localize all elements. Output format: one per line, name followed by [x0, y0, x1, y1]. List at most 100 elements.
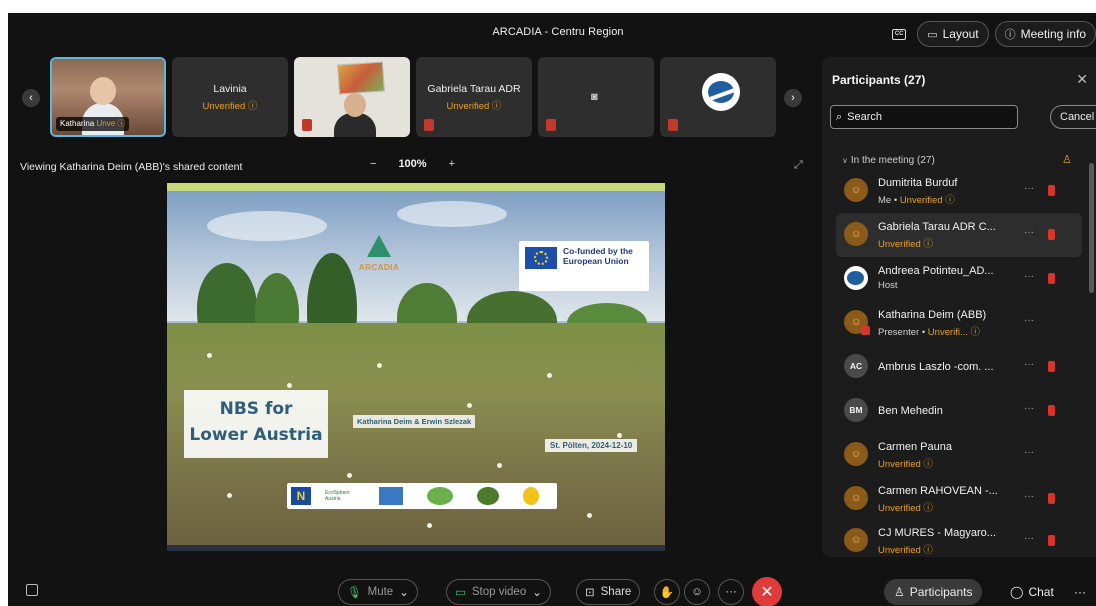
participant-name: Dumitrita Burduf	[878, 177, 958, 189]
close-icon: ✕	[760, 584, 774, 601]
more-options-icon[interactable]: ···	[1024, 403, 1034, 414]
participant-row[interactable]: ☺ Dumitrita Burduf Me • Unverified ⓘ ···	[836, 169, 1082, 213]
wall-map	[337, 61, 385, 95]
avatar: ☺	[844, 442, 868, 466]
more-options-icon[interactable]: ···	[1024, 447, 1034, 458]
partner-logos: N EcoSphere Austria	[287, 483, 557, 509]
unverified-label: Unverified	[899, 195, 943, 206]
eu-cofunded-text: Co-funded by the European Union	[563, 246, 633, 266]
close-icon[interactable]: ✕	[1076, 71, 1088, 88]
microphone-icon: 🎙	[347, 587, 362, 599]
search-icon: ⌕	[836, 110, 843, 123]
tile-name-label: Katharina Unve ⓘ	[56, 117, 130, 131]
share-button[interactable]: ⊡ Share	[576, 579, 641, 605]
participant-status: Unverified ⓘ	[878, 236, 933, 250]
participant-row[interactable]: ☺ Carmen Pauna Unverified ⓘ ···	[836, 433, 1082, 477]
strip-prev-button[interactable]: ‹	[22, 89, 40, 107]
more-options-icon[interactable]: ···	[1024, 227, 1034, 238]
caption-panel-icon[interactable]	[26, 584, 38, 596]
unverified-icon: ⓘ	[920, 545, 933, 556]
in-meeting-section-toggle[interactable]: ∨ In the meeting (27)	[842, 155, 935, 166]
mic-muted-icon[interactable]	[1048, 493, 1055, 504]
participant-name: Carmen Pauna	[878, 441, 952, 453]
participant-search-input[interactable]: ⌕ Search	[830, 105, 1018, 129]
more-options-button[interactable]: ···	[718, 579, 744, 605]
video-tile-katharina[interactable]: Katharina Unve ⓘ	[50, 57, 166, 137]
layout-button[interactable]: ▭ Layout	[917, 21, 989, 47]
mic-muted-icon[interactable]	[1048, 361, 1055, 372]
unverified-icon: ⓘ	[920, 459, 933, 470]
chevron-right-icon: ›	[791, 92, 795, 104]
mute-button[interactable]: 🎙 Mute ⌄	[338, 579, 418, 605]
zoom-in-button[interactable]: +	[449, 158, 455, 170]
avatar: BM	[844, 398, 868, 422]
video-tile-presenter-cam[interactable]	[294, 57, 410, 137]
more-options-icon[interactable]: ···	[1024, 533, 1034, 544]
mic-muted-icon[interactable]	[1048, 229, 1055, 240]
user-icon: ☺	[850, 492, 862, 504]
panel-scrollbar[interactable]	[1089, 163, 1094, 293]
more-options-icon[interactable]: ···	[1024, 271, 1034, 282]
mic-muted-icon[interactable]	[1048, 185, 1055, 196]
flower	[547, 373, 552, 378]
zoom-out-button[interactable]: −	[370, 158, 376, 170]
more-options-icon[interactable]: ···	[1024, 491, 1034, 502]
tile-status-text: Unverified	[446, 101, 490, 112]
search-cancel-button[interactable]: Cancel	[1050, 105, 1096, 129]
flower	[207, 353, 212, 358]
mic-muted-icon[interactable]	[1048, 405, 1055, 416]
video-tile-gabriela[interactable]: Gabriela Tarau ADR Unverified ⓘ	[416, 57, 532, 137]
eu-fine-print	[525, 274, 645, 286]
cc-icon: CC	[892, 28, 907, 40]
participant-row[interactable]: BM Ben Mehedin ···	[836, 389, 1082, 433]
strip-next-button[interactable]: ›	[784, 89, 802, 107]
participant-row[interactable]: Andreea Potinteu_AD... Host ···	[836, 257, 1082, 301]
video-tile-logo[interactable]	[660, 57, 776, 137]
mic-muted-icon	[668, 119, 678, 131]
leave-meeting-button[interactable]: ✕	[752, 577, 782, 606]
video-tile-lavinia[interactable]: Lavinia Unverified ⓘ	[172, 57, 288, 137]
closed-captions-button[interactable]: CC	[887, 23, 911, 45]
mic-muted-icon[interactable]	[1048, 273, 1055, 284]
participant-row[interactable]: ☺ CJ MURES - Magyaro... Unverified ⓘ ···	[836, 519, 1082, 563]
avatar: ☺	[844, 222, 868, 246]
top-right-controls: CC ▭ Layout ⓘ Meeting info	[887, 21, 1096, 47]
participants-button[interactable]: ♙ Participants	[884, 579, 983, 605]
participant-row[interactable]: AC Ambrus Laszlo -com. ... ···	[836, 345, 1082, 389]
flower	[617, 433, 622, 438]
tile-status-text: Unverified	[202, 101, 246, 112]
share-screen-icon: ⊡	[585, 587, 595, 599]
user-icon: ☺	[850, 184, 862, 196]
participant-name: CJ MURES - Magyaro...	[878, 527, 996, 539]
chat-button[interactable]: ◯ Chat	[1000, 579, 1064, 605]
layout-icon: ▭	[927, 28, 938, 41]
expand-icon[interactable]: ⤢	[794, 159, 803, 172]
more-options-icon[interactable]: ···	[1024, 359, 1034, 370]
participant-row[interactable]: ☺ Gabriela Tarau ADR C... Unverified ⓘ ·…	[836, 213, 1082, 257]
mic-muted-icon[interactable]	[1048, 535, 1055, 546]
meeting-info-button[interactable]: ⓘ Meeting info	[994, 21, 1096, 47]
avatar: ☺	[844, 528, 868, 552]
eu-cofunded-badge: Co-funded by the European Union	[519, 241, 649, 291]
slide-header-band	[167, 183, 665, 191]
slide-title-line1: NBS for	[219, 399, 293, 419]
unverified-label: Unverified	[878, 545, 921, 556]
stop-video-button[interactable]: ▭ Stop video ⌄	[446, 579, 551, 605]
more-options-icon[interactable]: ···	[1024, 315, 1034, 326]
participant-row[interactable]: ☺ Katharina Deim (ABB) Presenter • Unver…	[836, 301, 1082, 345]
more-options-icon[interactable]: ···	[1024, 183, 1034, 194]
chat-bubble-icon: ◯	[1010, 585, 1024, 599]
raise-hand-button[interactable]: ✋	[654, 579, 680, 605]
video-tile-camera-off[interactable]: ◙	[538, 57, 654, 137]
zoom-controls: − 100% +	[370, 158, 455, 170]
user-icon: ☺	[850, 448, 862, 460]
more-options-icon[interactable]: ···	[1068, 579, 1092, 605]
tile-name: Lavinia	[213, 83, 247, 95]
person-icon[interactable]: ♙	[1062, 153, 1072, 166]
participant-row[interactable]: ☺ Carmen RAHOVEAN -... Unverified ⓘ ···	[836, 477, 1082, 521]
share-label: Share	[600, 586, 632, 598]
ellipsis-icon: ···	[725, 586, 737, 598]
reactions-button[interactable]: ☺	[684, 579, 710, 605]
participant-name: Ben Mehedin	[878, 405, 943, 417]
person-head	[90, 77, 116, 105]
